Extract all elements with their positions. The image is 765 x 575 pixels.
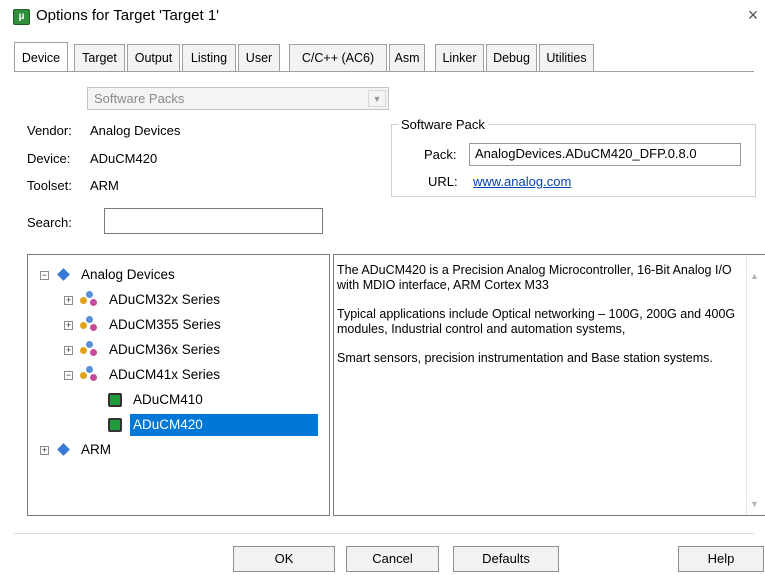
tree-item-series[interactable]: ADuCM41x Series	[109, 364, 220, 386]
pack-field[interactable]: AnalogDevices.ADuCM420_DFP.0.8.0	[469, 143, 741, 166]
tab-strip: Device Target Output Listing User C/C++ …	[14, 42, 754, 72]
tree-item-series[interactable]: ADuCM32x Series	[109, 289, 220, 311]
tab-asm[interactable]: Asm	[389, 44, 425, 71]
close-button[interactable]: ×	[742, 4, 764, 28]
expand-icon[interactable]: +	[40, 446, 49, 455]
expand-icon[interactable]: +	[64, 346, 73, 355]
vendor-icon	[57, 268, 70, 281]
software-pack-title: Software Pack	[398, 117, 488, 132]
search-label: Search:	[27, 215, 72, 230]
tab-utilities[interactable]: Utilities	[539, 44, 594, 71]
series-icon	[80, 341, 98, 357]
chevron-down-icon[interactable]: ▼	[368, 90, 386, 107]
expand-icon[interactable]: +	[64, 321, 73, 330]
scroll-down-icon[interactable]: ▼	[750, 499, 759, 509]
app-icon: µ	[13, 9, 30, 25]
toolset-value: ARM	[90, 178, 119, 193]
tab-listing[interactable]: Listing	[182, 44, 236, 71]
pack-label: Pack:	[424, 147, 457, 162]
tab-target[interactable]: Target	[74, 44, 125, 71]
tree-item-device-selected[interactable]: ADuCM420	[130, 414, 318, 436]
url-label: URL:	[428, 174, 458, 189]
tab-device[interactable]: Device	[14, 42, 68, 71]
chip-icon	[108, 393, 122, 407]
tree-item-series[interactable]: ADuCM355 Series	[109, 314, 221, 336]
source-select-value: Software Packs	[94, 91, 185, 106]
collapse-icon[interactable]: −	[64, 371, 73, 380]
footer-divider	[14, 533, 754, 534]
source-select[interactable]: Software Packs ▼	[87, 87, 389, 110]
toolset-label: Toolset:	[27, 178, 72, 193]
series-icon	[80, 366, 98, 382]
search-input[interactable]	[104, 208, 323, 234]
description-paragraph: The ADuCM420 is a Precision Analog Micro…	[337, 263, 732, 292]
chip-icon	[108, 418, 122, 432]
vendor-value: Analog Devices	[90, 123, 181, 138]
tab-divider	[14, 71, 754, 72]
device-label: Device:	[27, 151, 71, 166]
description-paragraph: Smart sensors, precision instrumentation…	[337, 351, 713, 365]
tree-item-device[interactable]: ADuCM410	[130, 389, 206, 411]
url-link[interactable]: www.analog.com	[473, 174, 571, 189]
tab-debug[interactable]: Debug	[486, 44, 537, 71]
expand-icon[interactable]: +	[64, 296, 73, 305]
tree-item-arm[interactable]: ARM	[81, 439, 111, 461]
description-paragraph: Typical applications include Optical net…	[337, 307, 736, 336]
device-value: ADuCM420	[90, 151, 158, 166]
device-description: The ADuCM420 is a Precision Analog Micro…	[333, 254, 765, 516]
tab-user[interactable]: User	[238, 44, 280, 71]
tab-c-cpp[interactable]: C/C++ (AC6)	[289, 44, 387, 71]
collapse-icon[interactable]: −	[40, 271, 49, 280]
series-icon	[80, 316, 98, 332]
description-text: The ADuCM420 is a Precision Analog Micro…	[337, 263, 742, 380]
vendor-label: Vendor:	[27, 123, 72, 138]
window-title: Options for Target 'Target 1'	[36, 7, 220, 24]
ok-button[interactable]: OK	[233, 546, 335, 572]
scroll-up-icon[interactable]: ▲	[750, 271, 759, 281]
title-bar: µ Options for Target 'Target 1' ×	[0, 0, 765, 34]
tree-item-series[interactable]: ADuCM36x Series	[109, 339, 220, 361]
tree-item-analog-devices[interactable]: Analog Devices	[81, 264, 175, 286]
cancel-button[interactable]: Cancel	[346, 546, 439, 572]
tab-output[interactable]: Output	[127, 44, 180, 71]
tab-linker[interactable]: Linker	[435, 44, 484, 71]
description-scrollbar[interactable]: ▲ ▼	[746, 255, 764, 515]
series-icon	[80, 291, 98, 307]
defaults-button[interactable]: Defaults	[453, 546, 559, 572]
vendor-icon	[57, 443, 70, 456]
help-button[interactable]: Help	[678, 546, 764, 572]
device-tree[interactable]: − Analog Devices + ADuCM32x Series + ADu…	[27, 254, 330, 516]
